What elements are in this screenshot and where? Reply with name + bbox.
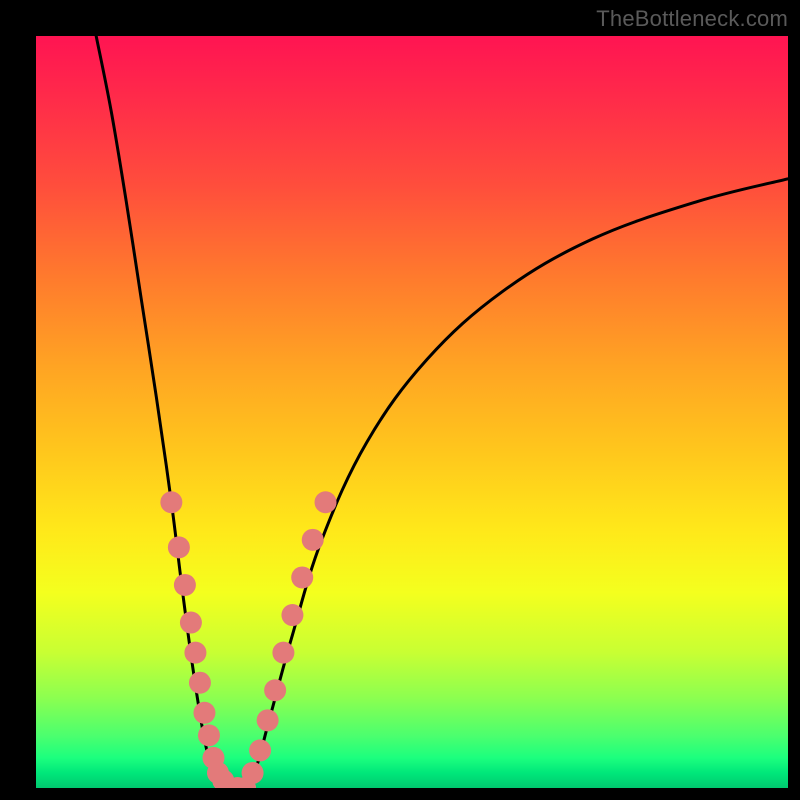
plot-area — [36, 36, 788, 788]
chart-frame: TheBottleneck.com — [0, 0, 800, 800]
marker-group — [160, 491, 336, 788]
series-left-curve — [96, 36, 228, 788]
data-marker — [272, 642, 294, 664]
data-marker — [291, 566, 313, 588]
data-marker — [264, 679, 286, 701]
data-marker — [281, 604, 303, 626]
data-marker — [189, 672, 211, 694]
data-marker — [302, 529, 324, 551]
data-marker — [180, 612, 202, 634]
chart-svg — [36, 36, 788, 788]
data-marker — [168, 536, 190, 558]
data-marker — [257, 709, 279, 731]
data-marker — [174, 574, 196, 596]
watermark-text: TheBottleneck.com — [596, 6, 788, 32]
data-marker — [184, 642, 206, 664]
data-marker — [249, 739, 271, 761]
data-marker — [315, 491, 337, 513]
data-marker — [242, 762, 264, 784]
data-marker — [160, 491, 182, 513]
data-marker — [193, 702, 215, 724]
data-marker — [198, 724, 220, 746]
series-right-curve — [239, 179, 788, 788]
